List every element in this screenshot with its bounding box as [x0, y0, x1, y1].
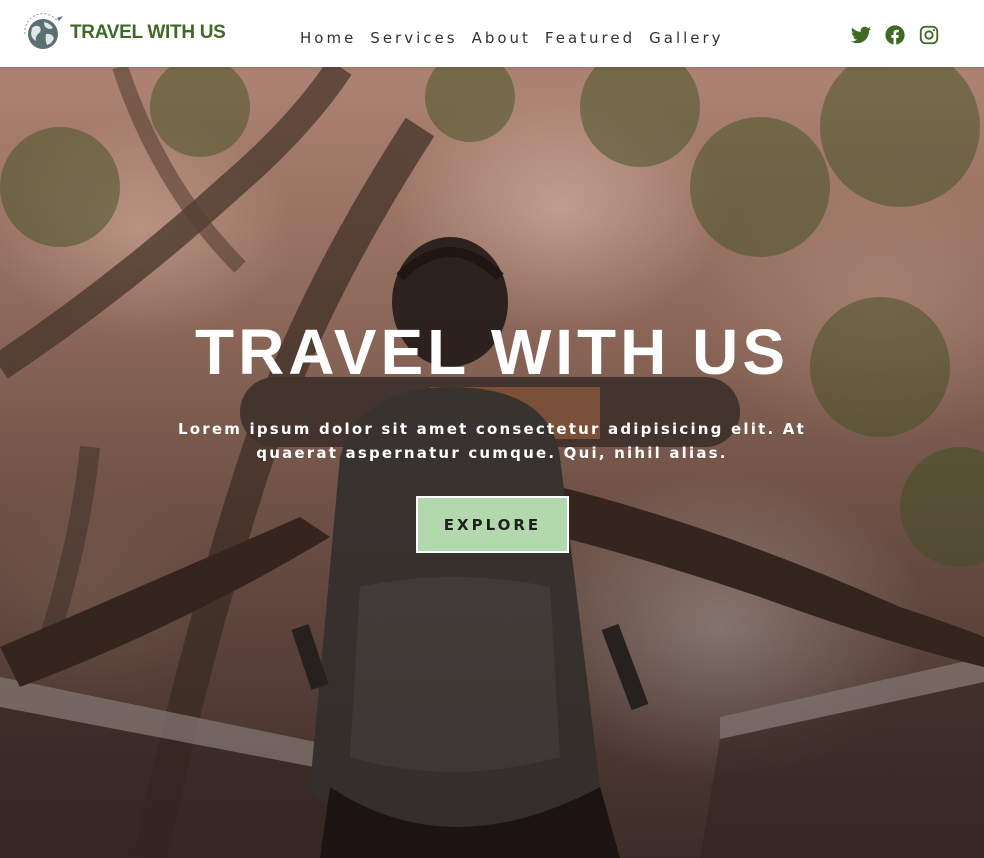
explore-button[interactable]: EXPLORE — [416, 496, 569, 553]
nav-item-gallery[interactable]: Gallery — [649, 28, 723, 48]
nav-item-about[interactable]: About — [472, 28, 531, 48]
twitter-icon[interactable] — [850, 24, 872, 46]
nav-item-featured[interactable]: Featured — [545, 28, 635, 48]
site-header: TRAVEL WITH US Home Services About Featu… — [0, 0, 984, 67]
nav-item-home[interactable]: Home — [300, 28, 356, 48]
nav-item-services[interactable]: Services — [370, 28, 457, 48]
brand-name: TRAVEL WITH US — [70, 22, 226, 43]
hero-title: TRAVEL WITH US — [194, 316, 790, 388]
social-links — [838, 24, 940, 46]
hero-section: TRAVEL WITH US Lorem ipsum dolor sit ame… — [0, 67, 984, 858]
globe-plane-icon — [22, 12, 64, 54]
brand[interactable]: TRAVEL WITH US — [22, 12, 226, 54]
main-nav: Home Services About Featured Gallery — [300, 28, 738, 48]
hero-subtitle: Lorem ipsum dolor sit amet consectetur a… — [178, 420, 806, 462]
instagram-icon[interactable] — [918, 24, 940, 46]
facebook-icon[interactable] — [884, 24, 906, 46]
